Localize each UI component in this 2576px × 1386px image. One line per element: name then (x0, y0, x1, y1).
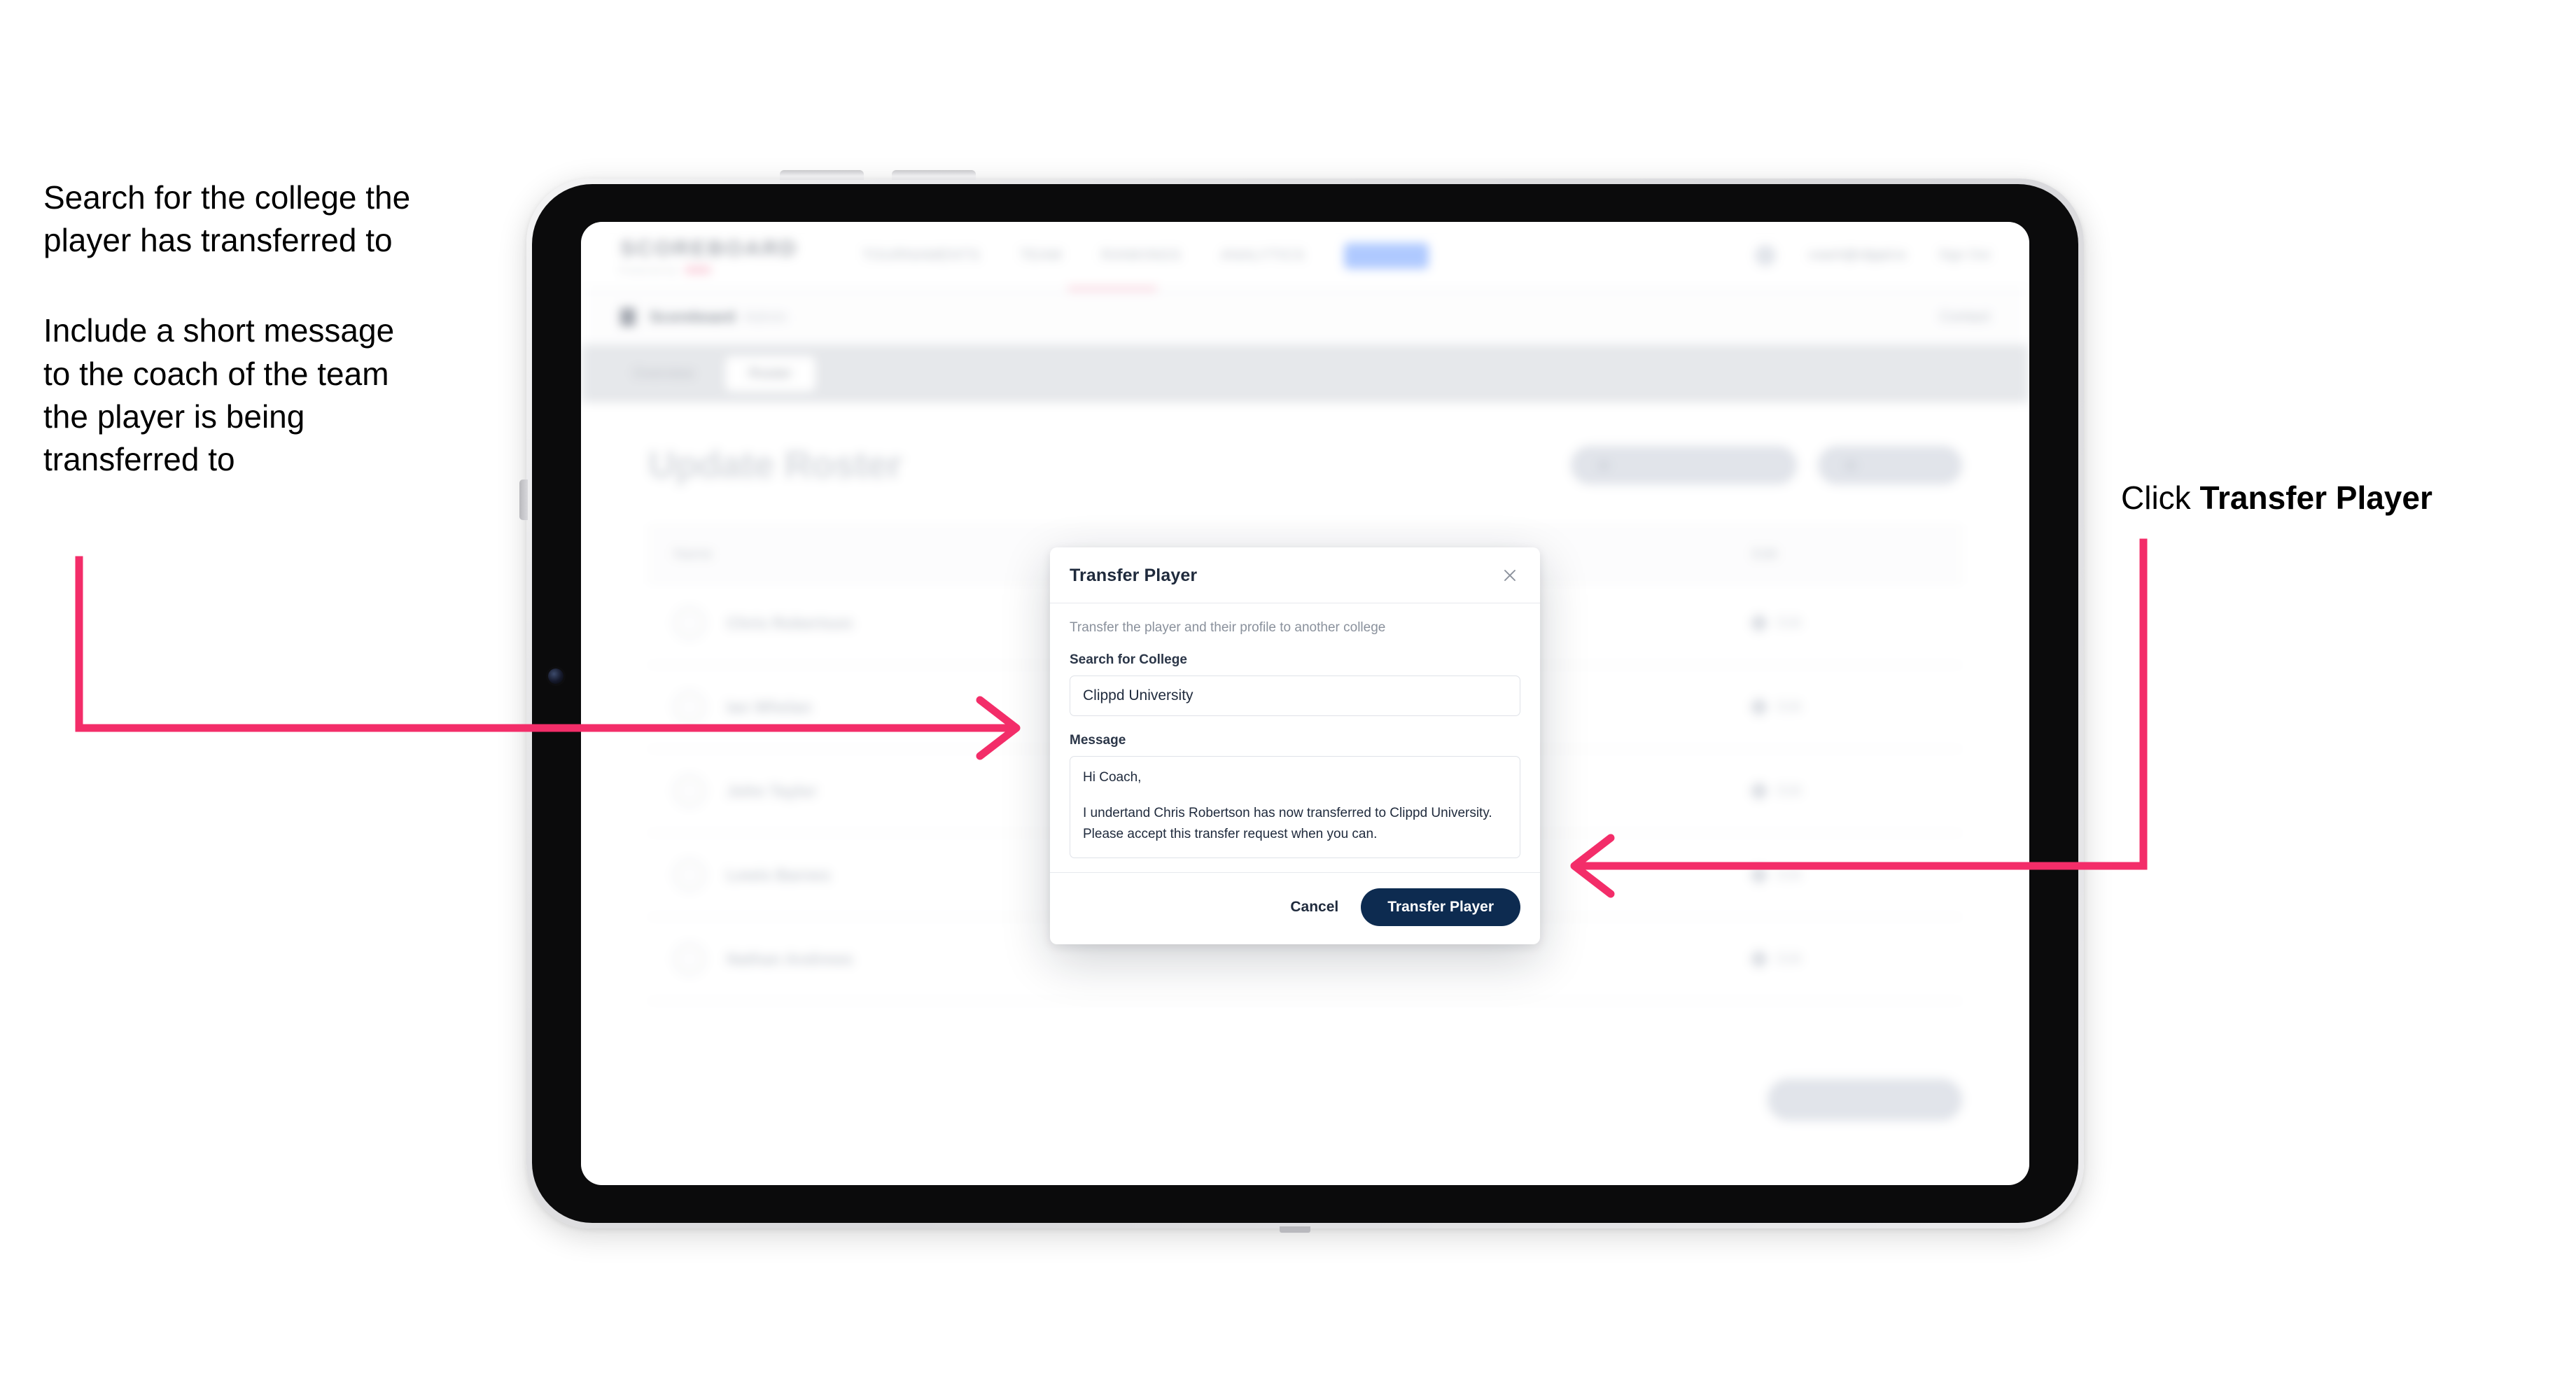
cancel-button[interactable]: Cancel (1286, 892, 1343, 923)
pencil-icon (1749, 612, 1770, 634)
dialog-footer: Cancel Transfer Player (1050, 872, 1540, 944)
nav-item-rankings[interactable]: RANKINGS (1101, 247, 1182, 264)
save-changes-button[interactable]: Save Your Changes (1768, 1079, 1962, 1121)
table-cell-edit[interactable]: Edit (1749, 780, 1962, 802)
dialog-header: Transfer Player (1050, 547, 1540, 603)
dialog-description: Transfer the player and their profile to… (1070, 620, 1386, 635)
avatar (673, 775, 706, 807)
pencil-icon (1749, 948, 1770, 969)
edit-label: Edit (1777, 867, 1802, 883)
plus-icon (1844, 458, 1858, 472)
edit-label: Edit (1777, 615, 1802, 631)
message-textarea[interactable]: Hi Coach, I undertand Chris Robertson ha… (1070, 756, 1520, 858)
avatar[interactable] (1755, 245, 1777, 266)
breadcrumb-icon (620, 308, 636, 326)
edit-label: Edit (1777, 699, 1802, 715)
table-cell-edit[interactable]: Edit (1749, 948, 1962, 969)
annotation-left-line-4: to the coach of the team (43, 355, 389, 392)
breadcrumb: Scoreboard Admin Contact (581, 290, 2029, 345)
pencil-icon (1749, 696, 1770, 718)
tab-overview[interactable]: Overview (609, 356, 718, 391)
annotation-right-prefix: Click (2121, 479, 2200, 516)
annotation-gap (43, 262, 491, 309)
college-field-label: Search for College (1070, 652, 1187, 667)
transfer-player-button[interactable]: Transfer Player (1361, 888, 1520, 926)
player-name: John Taylor (727, 781, 817, 800)
player-name: Chris Robertson (727, 613, 853, 632)
table-column-edit: Edit (1752, 546, 1778, 562)
table-cell-edit[interactable]: Edit (1749, 696, 1962, 718)
transfer-icon (1597, 458, 1610, 472)
tablet-device: SCOREBOARD Powered by TOURNAMENTS TEAM R… (519, 170, 2084, 1233)
app-nav: TOURNAMENTS TEAM RANKINGS ANALYTICS ADMI… (862, 242, 1429, 269)
page-title: Update Roster (648, 444, 902, 486)
brand-wordmark: SCOREBOARD (620, 236, 798, 260)
brand-subline: Powered by (620, 265, 798, 275)
table-cell-edit[interactable]: Edit (1749, 612, 1962, 634)
avatar (673, 859, 706, 891)
edit-label: Edit (1777, 783, 1802, 799)
request-player-transfer-button[interactable]: Request Player Transfer (1570, 446, 1798, 484)
breadcrumb-main[interactable]: Scoreboard (650, 308, 735, 326)
pencil-icon (1749, 780, 1770, 802)
player-name: Lewis Barnes (727, 865, 831, 884)
request-player-transfer-label: Request Player Transfer (1619, 457, 1771, 472)
app-tabs: Overview Roster (581, 345, 2029, 402)
brand-accent-dot-icon (684, 266, 711, 274)
add-player-label: Add Player (1867, 457, 1935, 472)
volume-up-button[interactable] (780, 170, 864, 180)
player-name: Nathan Andrews (727, 949, 853, 968)
edit-label: Edit (1777, 951, 1802, 967)
sign-out-link[interactable]: Sign Out (1938, 248, 1990, 263)
breadcrumb-sub: Admin (743, 308, 788, 326)
nav-item-tournaments[interactable]: TOURNAMENTS (862, 247, 980, 264)
search-college-input[interactable] (1070, 676, 1520, 716)
annotation-left-line-6: transferred to (43, 440, 235, 477)
avatar (673, 607, 706, 639)
nav-item-analytics[interactable]: ANALYTICS (1221, 247, 1306, 264)
add-player-button[interactable]: Add Player (1818, 446, 1962, 484)
dialog-title: Transfer Player (1070, 565, 1198, 585)
tab-roster[interactable]: Roster (724, 356, 816, 391)
message-line-3: Please accept this transfer request when… (1083, 826, 1378, 841)
connector-port (1280, 1226, 1310, 1233)
message-field-label: Message (1070, 733, 1126, 748)
nav-item-admin[interactable]: ADMIN (1344, 242, 1429, 269)
transfer-player-dialog: Transfer Player Transfer the player and … (1050, 547, 1540, 944)
volume-down-button[interactable] (892, 170, 976, 180)
player-name: Ian Whelan (727, 697, 812, 716)
tablet-screen: SCOREBOARD Powered by TOURNAMENTS TEAM R… (581, 222, 2029, 1185)
table-cell-edit[interactable]: Edit (1749, 864, 1962, 886)
avatar (673, 943, 706, 975)
front-camera-icon (548, 668, 564, 684)
dialog-body: Transfer the player and their profile to… (1050, 603, 1540, 872)
pencil-icon (1749, 864, 1770, 886)
avatar (673, 691, 706, 723)
topbar-right: coach@clippd.io Sign Out (1755, 245, 1990, 266)
message-line-2: I undertand Chris Robertson has now tran… (1083, 806, 1492, 821)
power-button[interactable] (519, 479, 528, 520)
breadcrumb-right-link[interactable]: Contact (1940, 309, 1990, 326)
annotation-left-line-1: Search for the college the (43, 179, 411, 216)
topbar-user-email: coach@clippd.io (1808, 248, 1907, 262)
annotation-left-line-3: Include a short message (43, 312, 395, 349)
brand-powered-by: Powered by (620, 265, 678, 275)
annotation-left-line-5: the player is being (43, 398, 305, 435)
message-line-1: Hi Coach, (1083, 770, 1142, 785)
app-topbar: SCOREBOARD Powered by TOURNAMENTS TEAM R… (581, 222, 2029, 290)
annotation-right-bold: Transfer Player (2199, 479, 2432, 516)
nav-item-team[interactable]: TEAM (1019, 247, 1062, 264)
annotation-left: Search for the college the player has tr… (43, 176, 491, 481)
annotation-right: Click Transfer Player (2121, 479, 2432, 517)
table-cell-name: Nathan Andrews (648, 943, 1752, 975)
annotation-left-line-2: player has transferred to (43, 222, 393, 259)
close-icon[interactable] (1499, 565, 1520, 586)
page-header-actions: Request Player Transfer Add Player (1570, 446, 1962, 484)
brand-logo[interactable]: SCOREBOARD Powered by (620, 236, 798, 275)
